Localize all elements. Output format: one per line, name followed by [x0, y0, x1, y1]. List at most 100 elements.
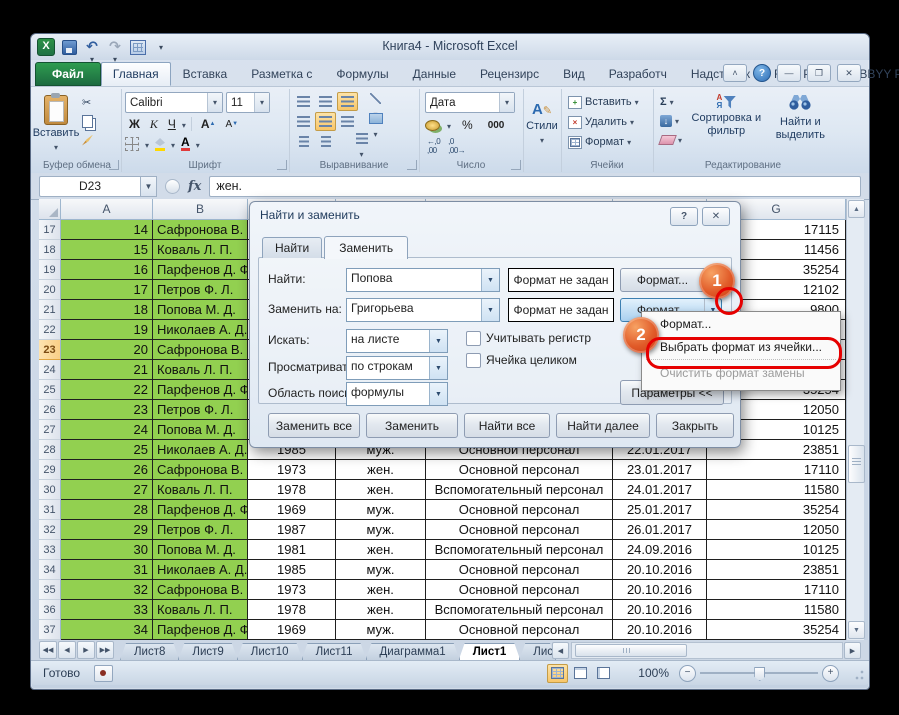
alignment-dialog-launcher-icon[interactable]: [407, 160, 417, 170]
match-cell-checkbox[interactable]: [466, 353, 481, 368]
sheet-tab-0[interactable]: Лист8: [120, 643, 179, 660]
cell-A22[interactable]: 19: [61, 320, 153, 340]
collapse-ribbon-icon[interactable]: ˄: [723, 64, 747, 82]
row-header-34[interactable]: 34: [39, 560, 61, 580]
autosum-button[interactable]: Σ: [657, 93, 685, 111]
cell-G33[interactable]: 10125: [707, 540, 846, 560]
macro-record-icon[interactable]: [94, 665, 113, 682]
sheet-tab-4[interactable]: Диаграмма1: [366, 643, 460, 660]
fill-color-icon[interactable]: [155, 137, 165, 151]
format-painter-icon[interactable]: [79, 131, 96, 149]
cell-A26[interactable]: 23: [61, 400, 153, 420]
fill-button[interactable]: ↓: [657, 112, 685, 130]
cell-E34[interactable]: Основной персонал: [426, 560, 613, 580]
ribbon-tab-1[interactable]: Главная: [101, 62, 171, 86]
ribbon-tab-8[interactable]: Разработч: [597, 62, 679, 86]
cell-B29[interactable]: Сафронова В. М.: [153, 460, 248, 480]
cell-E36[interactable]: Вспомогательный персонал: [426, 600, 613, 620]
cell-B33[interactable]: Попова М. Д.: [153, 540, 248, 560]
cell-F30[interactable]: 24.01.2017: [613, 480, 707, 500]
zoom-level[interactable]: 100%: [638, 666, 669, 680]
look-in-select[interactable]: формулы: [346, 382, 448, 406]
cell-E35[interactable]: Основной персонал: [426, 580, 613, 600]
cell-A18[interactable]: 15: [61, 240, 153, 260]
font-name-select[interactable]: Calibri: [125, 92, 223, 113]
cell-F32[interactable]: 26.01.2017: [613, 520, 707, 540]
cell-D32[interactable]: муж.: [336, 520, 426, 540]
name-box-dropdown-icon[interactable]: ▼: [141, 176, 157, 197]
cell-C35[interactable]: 1973: [248, 580, 336, 600]
borders-icon[interactable]: [125, 137, 139, 151]
scroll-up-icon[interactable]: ▲: [848, 200, 865, 218]
wrap-text-icon[interactable]: [351, 132, 372, 151]
find-select-button[interactable]: Найти и выделить: [768, 91, 833, 156]
zoom-out-icon[interactable]: −: [679, 665, 696, 682]
merge-center-icon[interactable]: [365, 112, 386, 131]
cell-D33[interactable]: жен.: [336, 540, 426, 560]
ribbon-tab-6[interactable]: Рецензирс: [468, 62, 551, 86]
align-middle-icon[interactable]: [315, 92, 336, 111]
sheet-tab-3[interactable]: Лист11: [302, 643, 367, 660]
bold-button[interactable]: Ж: [125, 115, 144, 133]
horizontal-scroll-thumb[interactable]: [575, 644, 687, 657]
formula-input[interactable]: жен.: [209, 176, 861, 197]
last-sheet-icon[interactable]: ▶▶: [96, 641, 114, 659]
cell-A20[interactable]: 17: [61, 280, 153, 300]
cell-A36[interactable]: 33: [61, 600, 153, 620]
styles-button[interactable]: А✎ Стили: [523, 91, 561, 156]
number-format-select[interactable]: Дата: [425, 92, 515, 113]
increase-decimal-icon[interactable]: ←,0,00: [427, 137, 440, 155]
cell-B20[interactable]: Петров Ф. Л.: [153, 280, 248, 300]
cell-B34[interactable]: Николаев А. Д.: [153, 560, 248, 580]
cell-B36[interactable]: Коваль Л. П.: [153, 600, 248, 620]
cell-G31[interactable]: 35254: [707, 500, 846, 520]
sheet-tab-5[interactable]: Лист1: [459, 643, 521, 660]
cell-D31[interactable]: муж.: [336, 500, 426, 520]
search-select[interactable]: по строкам: [346, 356, 448, 380]
cell-C30[interactable]: 1978: [248, 480, 336, 500]
cell-B25[interactable]: Парфенов Д. Ф.: [153, 380, 248, 400]
cell-D37[interactable]: муж.: [336, 620, 426, 640]
shrink-font-button[interactable]: А▼: [221, 115, 242, 133]
cell-C32[interactable]: 1987: [248, 520, 336, 540]
dialog-help-icon[interactable]: ?: [670, 207, 698, 226]
row-header-29[interactable]: 29: [39, 460, 61, 480]
italic-button[interactable]: К: [146, 115, 162, 133]
underline-button[interactable]: Ч: [164, 115, 180, 133]
cell-B21[interactable]: Попова М. Д.: [153, 300, 248, 320]
row-header-22[interactable]: 22: [39, 320, 61, 340]
decrease-decimal-icon[interactable]: ,0,00→: [448, 137, 465, 155]
paste-button[interactable]: Вставить: [33, 91, 79, 156]
resize-grip[interactable]: [853, 670, 865, 682]
row-header-35[interactable]: 35: [39, 580, 61, 600]
find-next-button[interactable]: Найти далее: [556, 413, 650, 438]
column-header-A[interactable]: A: [61, 199, 153, 220]
cell-A21[interactable]: 18: [61, 300, 153, 320]
cell-A24[interactable]: 21: [61, 360, 153, 380]
first-sheet-icon[interactable]: ◀◀: [39, 641, 57, 659]
row-header-26[interactable]: 26: [39, 400, 61, 420]
cell-C31[interactable]: 1969: [248, 500, 336, 520]
next-sheet-icon[interactable]: ▶: [77, 641, 95, 659]
sort-filter-button[interactable]: АЯ Сортировка и фильтр: [689, 91, 764, 156]
cell-F34[interactable]: 20.10.2016: [613, 560, 707, 580]
cell-A29[interactable]: 26: [61, 460, 153, 480]
zoom-in-icon[interactable]: +: [822, 665, 839, 682]
cell-B31[interactable]: Парфенов Д. Ф.: [153, 500, 248, 520]
cell-D30[interactable]: жен.: [336, 480, 426, 500]
row-header-25[interactable]: 25: [39, 380, 61, 400]
close-button[interactable]: Закрыть: [656, 413, 734, 438]
insert-function-icon[interactable]: fx: [188, 179, 201, 194]
cell-D34[interactable]: муж.: [336, 560, 426, 580]
vertical-scrollbar[interactable]: ▲ ▼: [846, 199, 864, 640]
cell-A32[interactable]: 29: [61, 520, 153, 540]
cell-A23[interactable]: 20: [61, 340, 153, 360]
cell-F35[interactable]: 20.10.2016: [613, 580, 707, 600]
copy-icon[interactable]: [79, 112, 96, 130]
cell-G35[interactable]: 17110: [707, 580, 846, 600]
comma-style-button[interactable]: 000: [484, 116, 509, 134]
cell-C36[interactable]: 1978: [248, 600, 336, 620]
cell-A28[interactable]: 25: [61, 440, 153, 460]
row-header-20[interactable]: 20: [39, 280, 61, 300]
minimize-icon[interactable]: —: [777, 64, 801, 82]
